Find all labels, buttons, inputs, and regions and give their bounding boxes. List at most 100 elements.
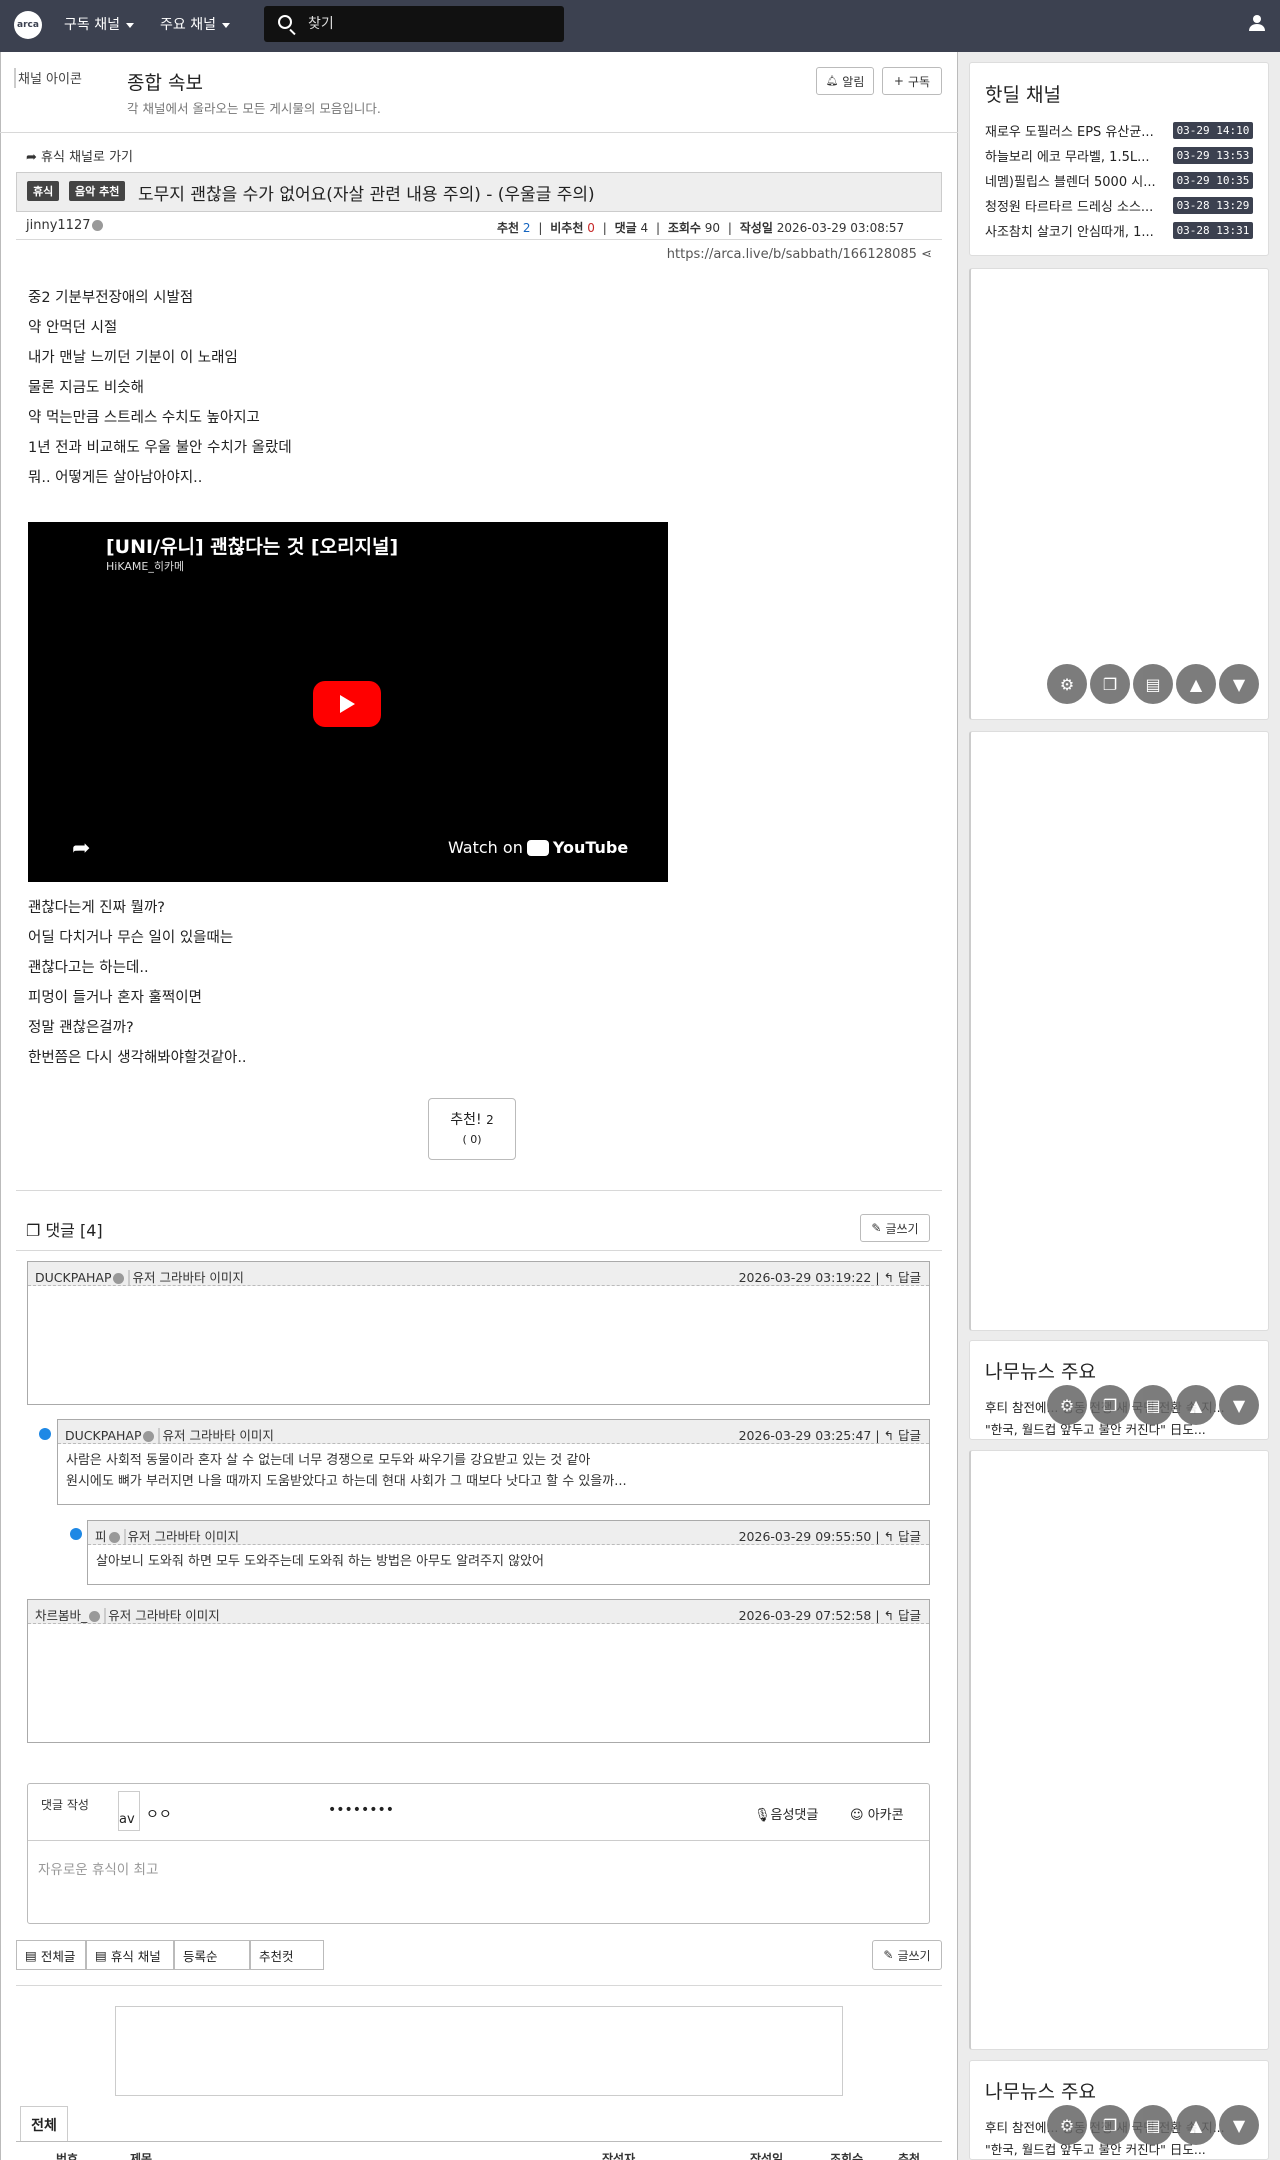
reply-button[interactable]: ↰ 답글 bbox=[884, 1428, 921, 1443]
body-line: 한번쯤은 다시 생각해봐야할것같아.. bbox=[28, 1050, 247, 1066]
col-views: 조회수 bbox=[830, 2152, 864, 2160]
label: 등록순 bbox=[183, 1948, 218, 1964]
password-input[interactable]: •••••••• bbox=[328, 1802, 394, 1818]
comment-author[interactable]: DUCKPAHAP 유저 그라바타 이미지 bbox=[65, 1425, 274, 1444]
list-icon: ▤ bbox=[25, 1947, 37, 1963]
comment-textarea[interactable]: 자유로운 휴식이 최고 bbox=[38, 1858, 158, 1878]
list-icon[interactable]: ▤ bbox=[1133, 1385, 1173, 1425]
reply-button[interactable]: ↰ 답글 bbox=[884, 1608, 921, 1623]
verified-icon bbox=[108, 1532, 120, 1543]
hotdeal-title[interactable]: 핫딜 채널 bbox=[985, 80, 1061, 107]
comment-form: 댓글 작성 av ㅇㅇ •••••••• 🎙︎음성댓글 ☺ 아카콘 자유로운 휴… bbox=[27, 1783, 930, 1924]
menu-label: 구독 채널 bbox=[64, 17, 120, 33]
reply-button[interactable]: ↰ 답글 bbox=[884, 1529, 921, 1544]
recommend-cut-button[interactable]: 추천컷 bbox=[250, 1940, 324, 1970]
body-line: 약 먹는만큼 스트레스 수치도 높아지고 bbox=[28, 410, 260, 426]
watch-on-youtube[interactable]: Watch on YouTube bbox=[448, 838, 628, 857]
share-arrow-icon[interactable]: ➦ bbox=[72, 836, 90, 861]
copy-icon[interactable]: ❐ bbox=[1090, 2105, 1130, 2145]
divider bbox=[16, 1190, 942, 1191]
chevron-up-icon[interactable]: ▲ bbox=[1176, 1385, 1216, 1425]
settings-icon[interactable]: ⚙ bbox=[1047, 1385, 1087, 1425]
comment-author[interactable]: DUCKPAHAP 유저 그라바타 이미지 bbox=[35, 1267, 244, 1286]
bell-icon: 🔔︎ bbox=[825, 75, 839, 87]
video-title[interactable]: [UNI/유니] 괜찮다는 것 [오리지널] bbox=[106, 532, 398, 559]
ad-image[interactable] bbox=[969, 1450, 1269, 2050]
hotdeal-item[interactable]: 재로우 도필러스 EPS 유산균... bbox=[985, 121, 1165, 140]
user-icon[interactable] bbox=[1248, 14, 1266, 32]
subscribed-channels-menu[interactable]: 구독 채널 bbox=[64, 14, 134, 34]
notify-button[interactable]: 🔔︎ 알림 bbox=[816, 67, 874, 95]
settings-icon[interactable]: ⚙ bbox=[1047, 664, 1087, 704]
play-icon[interactable] bbox=[313, 681, 381, 727]
recommend-button[interactable]: 추천! 2 ( 0) bbox=[428, 1098, 516, 1160]
news-title[interactable]: 나무뉴스 주요 bbox=[985, 1357, 1096, 1384]
article-author[interactable]: jinny1127 bbox=[26, 218, 104, 233]
reply-button[interactable]: ↰ 답글 bbox=[884, 1270, 921, 1285]
voice-comment-button[interactable]: 🎙︎음성댓글 bbox=[754, 1804, 818, 1823]
caret-down-icon bbox=[221, 22, 230, 28]
article-date: 2026-03-29 03:08:57 bbox=[776, 221, 905, 235]
main-channels-menu[interactable]: 주요 채널 bbox=[160, 14, 230, 34]
body-line: 1년 전과 비교해도 우울 불안 수치가 올랐데 bbox=[28, 440, 292, 456]
news-title[interactable]: 나무뉴스 주요 bbox=[985, 2077, 1096, 2104]
back-label: 휴식 채널로 가기 bbox=[41, 150, 134, 165]
copy-icon[interactable]: ❐ bbox=[1090, 1385, 1130, 1425]
subscribe-button[interactable]: + 구독 bbox=[882, 67, 942, 95]
list-icon[interactable]: ▤ bbox=[1133, 664, 1173, 704]
chevron-down-icon[interactable]: ▼ bbox=[1219, 2105, 1259, 2145]
author-name: DUCKPAHAP bbox=[35, 1270, 112, 1285]
settings-icon[interactable]: ⚙ bbox=[1047, 2105, 1087, 2145]
col-title: 제목 bbox=[130, 2152, 153, 2160]
chevron-up-icon[interactable]: ▲ bbox=[1176, 664, 1216, 704]
body-line: 물론 지금도 비슷해 bbox=[28, 380, 144, 396]
write-button[interactable]: ✎ 글쓰기 bbox=[860, 1214, 930, 1242]
url-text: https://arca.live/b/sabbath/166128085 bbox=[666, 247, 917, 262]
search-input[interactable] bbox=[308, 14, 548, 34]
channel-button[interactable]: ▤ 휴식 채널 bbox=[86, 1940, 174, 1970]
chevron-down-icon[interactable]: ▼ bbox=[1219, 664, 1259, 704]
comment-reply: 피 유저 그라바타 이미지 2026-03-29 09:55:50 | ↰ 답글 … bbox=[87, 1520, 930, 1585]
comment-date: 2026-03-29 07:52:58 bbox=[738, 1608, 872, 1623]
arcacon-button[interactable]: ☺ 아카콘 bbox=[850, 1804, 904, 1823]
comment-text: 살아보니 도와줘 하면 모두 도와주는데 도와줘 하는 방법은 아무도 알려주지… bbox=[88, 1545, 929, 1578]
back-to-channel-link[interactable]: ➦ 휴식 채널로 가기 bbox=[26, 146, 133, 165]
write-label: 글쓰기 bbox=[897, 1948, 931, 1963]
avatar: av bbox=[118, 1791, 140, 1831]
chevron-up-icon[interactable]: ▲ bbox=[1176, 2105, 1216, 2145]
avatar: 유저 그라바타 이미지 bbox=[128, 1270, 244, 1285]
col-no: 번호 bbox=[56, 2152, 79, 2160]
write-label: 글쓰기 bbox=[885, 1221, 919, 1236]
ad-image[interactable] bbox=[969, 731, 1269, 1331]
article-url[interactable]: https://arca.live/b/sabbath/166128085 ⋖ bbox=[660, 247, 932, 262]
category-badge[interactable]: 음악 추천 bbox=[69, 181, 126, 201]
youtube-label: YouTube bbox=[552, 838, 629, 857]
video-channel[interactable]: HiKAME_히카메 bbox=[106, 558, 184, 574]
site-logo[interactable]: arca bbox=[14, 11, 42, 39]
arcacon-label: 아카콘 bbox=[867, 1808, 904, 1823]
divider bbox=[0, 132, 958, 133]
write-button[interactable]: ✎ 글쓰기 bbox=[872, 1940, 942, 1970]
share-arrow-icon: ➦ bbox=[26, 150, 42, 165]
search-icon[interactable] bbox=[278, 15, 292, 29]
all-posts-button[interactable]: ▤ 전체글 bbox=[16, 1940, 86, 1970]
hotdeal-item[interactable]: 하늘보리 에코 무라벨, 1.5L... bbox=[985, 146, 1165, 165]
reply-label: 답글 bbox=[897, 1529, 921, 1544]
comments-header: ❐ 댓글 [4] bbox=[26, 1217, 103, 1241]
hotdeal-item[interactable]: 사조참치 살코기 안심따개, 1... bbox=[985, 221, 1165, 240]
name-input[interactable]: ㅇㅇ bbox=[146, 1804, 172, 1824]
chevron-down-icon[interactable]: ▼ bbox=[1219, 1385, 1259, 1425]
copy-icon[interactable]: ❐ bbox=[1090, 664, 1130, 704]
banner-image[interactable] bbox=[115, 2006, 843, 2096]
comment-meta: 2026-03-29 09:55:50 | ↰ 답글 bbox=[738, 1529, 921, 1544]
comment-date: 2026-03-29 03:25:47 bbox=[738, 1428, 872, 1443]
sort-order-button[interactable]: 등록순 bbox=[174, 1940, 250, 1970]
category-badge[interactable]: 휴식 bbox=[27, 181, 60, 201]
tab-all[interactable]: 전체 bbox=[20, 2106, 68, 2142]
comment-author[interactable]: 피 유저 그라바타 이미지 bbox=[95, 1526, 239, 1545]
ad-image[interactable] bbox=[969, 268, 1269, 720]
comment-author[interactable]: 차르봄바_ 유저 그라바타 이미지 bbox=[35, 1605, 220, 1624]
hotdeal-item[interactable]: 네멤)필립스 블렌더 5000 시... bbox=[985, 171, 1165, 190]
list-icon[interactable]: ▤ bbox=[1133, 2105, 1173, 2145]
hotdeal-item[interactable]: 청정원 타르타르 드레싱 소스... bbox=[985, 196, 1165, 215]
